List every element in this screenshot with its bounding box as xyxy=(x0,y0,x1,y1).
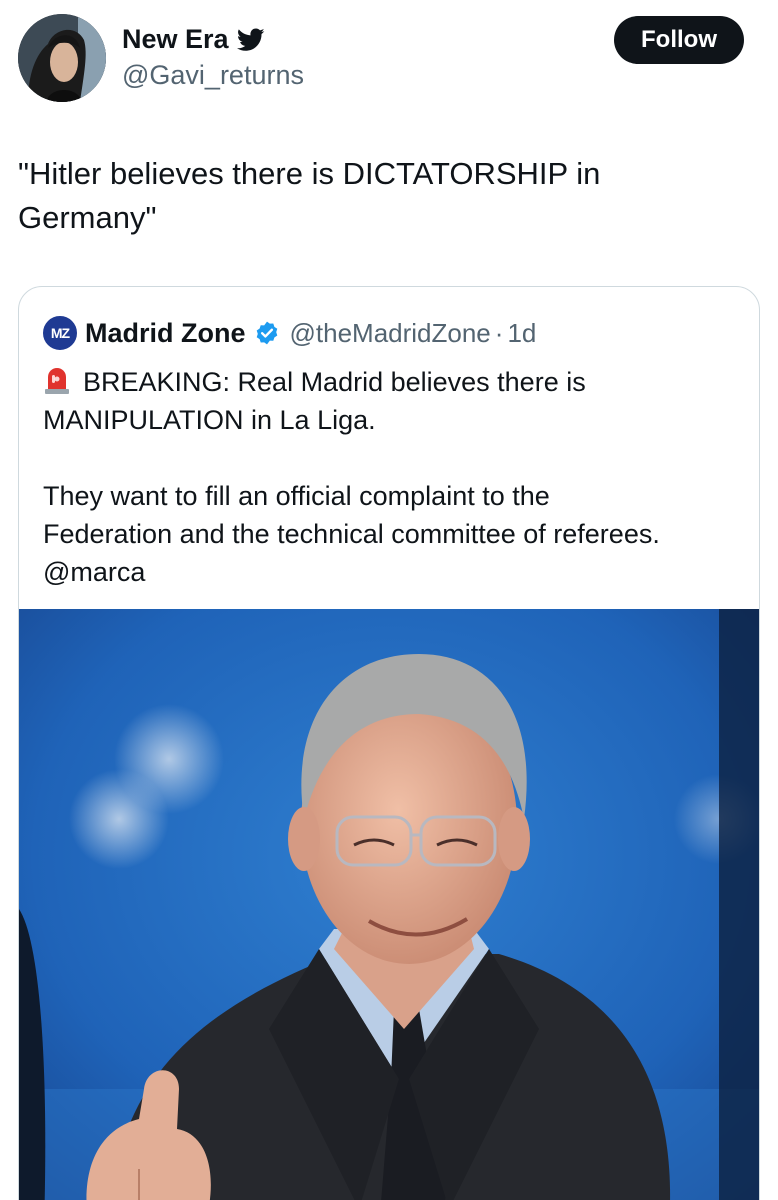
quoted-text-line: BREAKING: Real Madrid believes there is xyxy=(43,363,743,401)
quoted-tweet-time[interactable]: 1d xyxy=(507,318,536,349)
quoted-author-name[interactable]: Madrid Zone xyxy=(85,318,246,349)
madrid-zone-logo-icon[interactable]: MZ xyxy=(43,316,77,350)
quoted-text-line: They want to fill an official complaint … xyxy=(43,481,550,511)
quoted-tweet-header: MZ Madrid Zone @theMadridZone · 1d xyxy=(43,315,536,351)
author-handle[interactable]: @Gavi_returns xyxy=(122,60,304,91)
quoted-text-mention[interactable]: @marca xyxy=(43,553,743,591)
twitter-bird-icon xyxy=(236,27,265,51)
quoted-tweet-card[interactable]: MZ Madrid Zone @theMadridZone · 1d BREAK… xyxy=(18,286,760,1200)
tweet-text: "Hitler believes there is DICTATORSHIP i… xyxy=(18,152,758,240)
author-name-row[interactable]: New Era xyxy=(122,24,265,55)
quoted-tweet-text: BREAKING: Real Madrid believes there is … xyxy=(43,363,743,591)
quoted-text-breaking: BREAKING: Real Madrid believes there is xyxy=(83,367,586,397)
author-name[interactable]: New Era xyxy=(122,24,229,55)
separator-dot: · xyxy=(494,317,504,348)
tweet-text-line: "Hitler believes there is DICTATORSHIP i… xyxy=(18,156,601,191)
quoted-text-line: Federation and the technical committee o… xyxy=(43,519,660,549)
quoted-author-handle[interactable]: @theMadridZone xyxy=(290,318,491,349)
quoted-text-line: MANIPULATION in La Liga. xyxy=(43,405,376,435)
quoted-tweet-media[interactable] xyxy=(19,609,759,1200)
avatar-photo xyxy=(18,14,106,102)
tweet-text-line: Germany" xyxy=(18,200,157,235)
follow-button[interactable]: Follow xyxy=(614,16,744,64)
avatar[interactable] xyxy=(18,14,106,102)
siren-emoji-icon xyxy=(45,368,69,394)
photo-man-thumbs-up xyxy=(19,609,759,1200)
verified-badge-icon xyxy=(256,321,277,345)
